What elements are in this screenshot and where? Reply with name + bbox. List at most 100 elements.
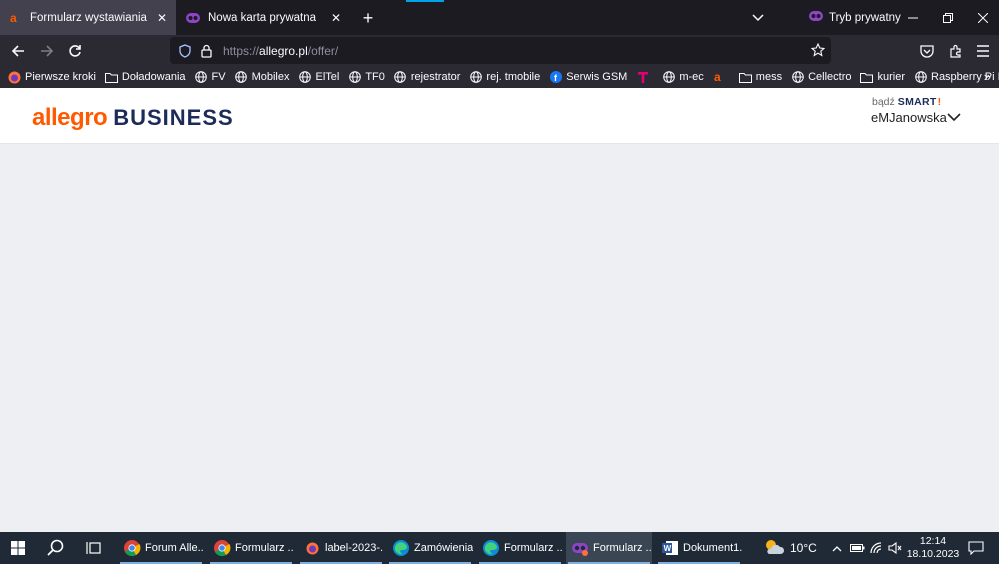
tab-formularz-wystawiania[interactable]: a Formularz wystawiania ✕ bbox=[0, 0, 176, 35]
bookmark-item[interactable]: Doładowania bbox=[104, 71, 186, 84]
svg-text:a: a bbox=[10, 12, 17, 24]
bookmark-item[interactable]: rejestrator bbox=[394, 71, 460, 84]
folder-icon bbox=[104, 71, 118, 84]
bookmark-label: TF0 bbox=[365, 71, 385, 83]
chrome-icon bbox=[123, 539, 141, 557]
extensions-button[interactable] bbox=[945, 40, 967, 62]
tab-label: Nowa karta prywatna bbox=[208, 11, 317, 24]
globe-icon bbox=[791, 71, 804, 84]
bookmark-item[interactable]: mess bbox=[738, 71, 782, 84]
pocket-icon bbox=[920, 44, 934, 58]
taskbar-app-button[interactable]: Formularz ... bbox=[566, 532, 652, 564]
wifi-icon bbox=[870, 542, 882, 554]
start-button[interactable] bbox=[0, 532, 36, 564]
bookmark-star-icon[interactable] bbox=[809, 41, 827, 59]
taskbar-app-button[interactable]: label-2023-... bbox=[298, 532, 384, 564]
allegro-header: allegro BUSINESS bądź SMART ! eMJanowska bbox=[0, 88, 999, 144]
windows-taskbar: Forum Alle... Formularz ... label-2023-...… bbox=[0, 532, 999, 564]
url-scheme: https:// bbox=[223, 43, 260, 58]
taskbar-app-button[interactable]: Formularz ... bbox=[477, 532, 563, 564]
forward-button[interactable] bbox=[36, 40, 58, 62]
show-hidden-icons-button[interactable] bbox=[829, 532, 845, 564]
tab-nowa-karta-prywatna[interactable]: Nowa karta prywatna ✕ bbox=[178, 0, 350, 35]
globe-icon bbox=[914, 71, 927, 84]
bookmark-item[interactable]: Mobilex bbox=[235, 71, 289, 84]
taskbar-app-button[interactable]: Formularz ... bbox=[208, 532, 294, 564]
globe-icon bbox=[348, 71, 361, 84]
back-arrow-icon bbox=[11, 45, 24, 57]
close-tab-icon[interactable]: ✕ bbox=[152, 8, 172, 28]
taskbar-app-label: Zamówienia... bbox=[414, 542, 473, 554]
bookmarks-overflow-chevron-icon[interactable]: » bbox=[984, 69, 991, 84]
bookmark-item[interactable]: rej. tmobile bbox=[469, 71, 540, 84]
lock-icon[interactable] bbox=[199, 43, 213, 59]
url-text[interactable]: https://allegro.pl/offer/ bbox=[223, 44, 338, 58]
minimize-button[interactable] bbox=[895, 0, 931, 35]
bookmark-item[interactable]: Pierwsze kroki bbox=[8, 71, 96, 84]
taskbar-app-label: Formularz ... bbox=[504, 542, 563, 554]
smart-badge[interactable]: bądź SMART ! bbox=[872, 96, 941, 108]
taskbar-app-label: label-2023-... bbox=[325, 542, 384, 554]
bookmarks-toolbar: Pierwsze kroki Doładowania FV Mobilex ElTel T… bbox=[0, 66, 999, 88]
private-mask-icon bbox=[809, 11, 823, 24]
logo-allegro-text: allegro bbox=[32, 104, 108, 131]
taskbar-app-button[interactable]: W Dokument1... bbox=[656, 532, 742, 564]
folder-icon bbox=[738, 71, 752, 84]
bookmark-item[interactable]: a bbox=[713, 71, 730, 84]
allegro-icon: a bbox=[713, 71, 726, 84]
search-icon bbox=[47, 539, 64, 556]
bookmark-item[interactable]: kurier bbox=[860, 71, 905, 84]
taskbar-app-button[interactable]: Forum Alle... bbox=[118, 532, 204, 564]
new-tab-button[interactable]: + bbox=[358, 8, 378, 28]
cloud-sun-icon bbox=[763, 538, 785, 559]
bookmark-item[interactable]: TF0 bbox=[348, 71, 385, 84]
weather-widget[interactable]: 10°C bbox=[763, 532, 817, 564]
firefox-private-icon bbox=[571, 539, 589, 557]
bookmark-item[interactable]: ElTel bbox=[298, 71, 339, 84]
bookmark-label: rej. tmobile bbox=[486, 71, 541, 83]
svg-text:W: W bbox=[664, 544, 672, 553]
speaker-muted-icon bbox=[888, 542, 902, 554]
close-tab-icon[interactable]: ✕ bbox=[326, 8, 346, 28]
volume-tray-button[interactable] bbox=[886, 532, 904, 564]
globe-icon bbox=[195, 71, 208, 84]
close-icon bbox=[978, 12, 988, 23]
battery-tray-button[interactable] bbox=[848, 532, 866, 564]
bookmark-item[interactable]: f Serwis GSM bbox=[549, 71, 627, 84]
restore-button[interactable] bbox=[930, 0, 966, 35]
address-bar[interactable]: https://allegro.pl/offer/ bbox=[170, 37, 831, 64]
globe-icon bbox=[469, 71, 482, 84]
network-tray-button[interactable] bbox=[868, 532, 886, 564]
notifications-button[interactable] bbox=[965, 538, 987, 558]
shield-icon[interactable] bbox=[177, 43, 193, 59]
bookmark-label: m-ec bbox=[679, 71, 704, 83]
app-menu-button[interactable] bbox=[972, 40, 994, 62]
bookmark-label: Cellectro bbox=[808, 71, 852, 83]
bookmark-label: Pierwsze kroki bbox=[25, 71, 96, 83]
globe-icon bbox=[298, 71, 311, 84]
user-account-name[interactable]: eMJanowska bbox=[871, 110, 947, 125]
task-view-icon bbox=[86, 542, 101, 554]
svg-text:a: a bbox=[714, 71, 721, 83]
taskbar-app-button[interactable]: Zamówienia... bbox=[387, 532, 473, 564]
back-button[interactable] bbox=[7, 40, 29, 62]
search-button[interactable] bbox=[38, 532, 74, 564]
taskbar-app-label: Dokument1... bbox=[683, 542, 742, 554]
reload-button[interactable] bbox=[64, 40, 86, 62]
tab-loading-indicator bbox=[406, 0, 444, 2]
browser-nav-bar: https://allegro.pl/offer/ bbox=[0, 35, 999, 66]
bookmark-item[interactable]: Cellectro bbox=[791, 71, 851, 84]
list-all-tabs-button[interactable] bbox=[748, 8, 768, 28]
bookmark-item[interactable]: m-ec bbox=[662, 71, 704, 84]
bookmark-item[interactable] bbox=[636, 71, 653, 84]
pocket-button[interactable] bbox=[916, 40, 938, 62]
system-clock[interactable]: 12:14 18.10.2023 bbox=[905, 535, 961, 561]
hamburger-menu-icon bbox=[977, 45, 989, 57]
account-menu-chevron-icon[interactable] bbox=[945, 108, 963, 126]
globe-icon bbox=[662, 71, 675, 84]
edge-icon bbox=[392, 539, 410, 557]
bookmark-item[interactable]: FV bbox=[195, 71, 226, 84]
allegro-business-logo[interactable]: allegro BUSINESS bbox=[32, 104, 234, 132]
task-view-button[interactable] bbox=[76, 532, 112, 564]
close-window-button[interactable] bbox=[965, 0, 999, 35]
